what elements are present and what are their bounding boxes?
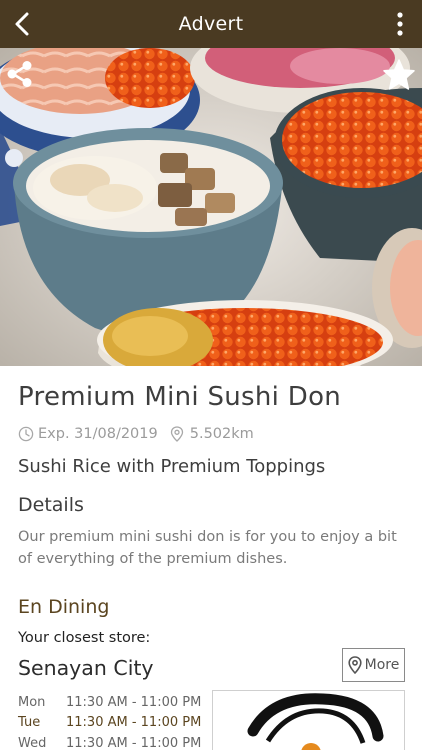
opening-hours: Mon 11:30 AM - 11:00 PM Tue 11:30 AM - 1… <box>18 692 201 750</box>
location-pin-icon <box>348 656 362 674</box>
hours-day: Mon <box>18 694 46 710</box>
back-button[interactable] <box>6 8 38 40</box>
details-heading: Details <box>18 494 84 516</box>
hours-day: Tue <box>18 715 41 731</box>
merchant-logo-image <box>247 693 384 750</box>
sushi-bowls-photo <box>0 48 422 366</box>
clock-icon <box>18 426 34 442</box>
merchant-logo <box>212 690 405 750</box>
hours-day: Wed <box>18 735 47 750</box>
deal-image <box>0 48 422 366</box>
expiry-date: Exp. 31/08/2019 <box>38 426 158 442</box>
kebab-menu-icon <box>397 12 403 36</box>
share-icon <box>7 61 32 87</box>
back-icon <box>15 12 29 36</box>
star-icon <box>383 59 415 90</box>
more-button-label: More <box>364 657 400 673</box>
deal-subtitle: Sushi Rice with Premium Toppings <box>18 456 326 477</box>
deal-title: Premium Mini Sushi Don <box>18 382 342 412</box>
favorite-button[interactable] <box>382 58 416 92</box>
deal-meta: Exp. 31/08/2019 5.502km <box>18 426 254 442</box>
hours-time: 11:30 AM - 11:00 PM <box>66 735 202 750</box>
merchant-name[interactable]: En Dining <box>18 596 109 618</box>
hours-time: 11:30 AM - 11:00 PM <box>66 694 202 710</box>
share-button[interactable] <box>4 58 36 90</box>
store-name: Senayan City <box>18 656 154 680</box>
hours-row-today: Tue 11:30 AM - 11:00 PM <box>18 713 201 734</box>
location-pin-icon <box>170 426 186 442</box>
distance: 5.502km <box>189 426 254 442</box>
hours-row: Mon 11:30 AM - 11:00 PM <box>18 692 201 713</box>
app-header: Advert <box>0 0 422 48</box>
details-text: Our premium mini sushi don is for you to… <box>18 529 397 567</box>
hours-row: Wed 11:30 AM - 11:00 PM <box>18 733 201 750</box>
more-options-button[interactable] <box>386 8 414 40</box>
hours-time: 11:30 AM - 11:00 PM <box>66 715 202 731</box>
closest-store-label: Your closest store: <box>18 630 151 646</box>
more-locations-button[interactable]: More <box>342 648 405 682</box>
page-title: Advert <box>178 13 244 35</box>
